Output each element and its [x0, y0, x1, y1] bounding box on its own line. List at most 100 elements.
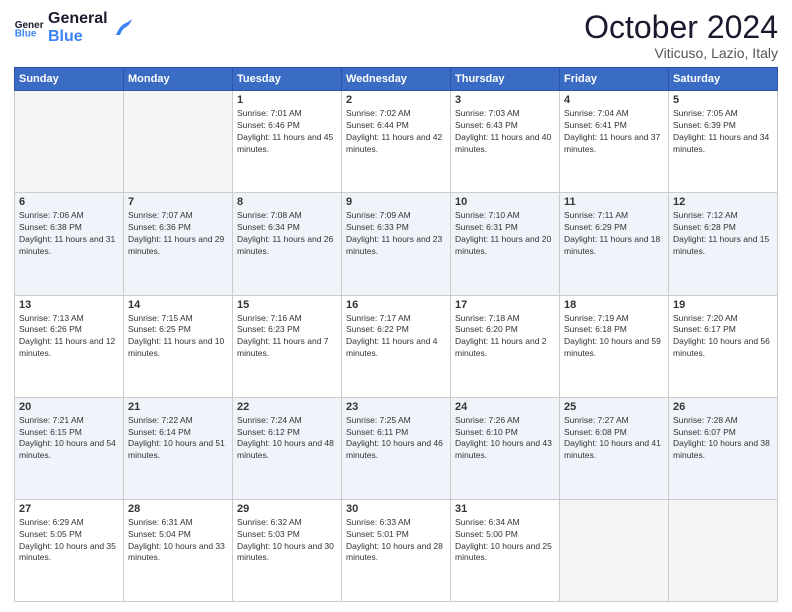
- day-number: 8: [237, 196, 337, 208]
- day-number: 15: [237, 299, 337, 311]
- calendar-day-cell: 17 Sunrise: 7:18 AMSunset: 6:20 PMDayligh…: [451, 295, 560, 397]
- day-number: 9: [346, 196, 446, 208]
- calendar-day-cell: 21Sunrise: 7:22 AMSunset: 6:14 PMDayligh…: [124, 397, 233, 499]
- day-header-monday: Monday: [124, 68, 233, 91]
- calendar-day-cell: 18 Sunrise: 7:19 AMSunset: 6:18 PMDayligh…: [560, 295, 669, 397]
- day-number: 5: [673, 94, 773, 106]
- logo-icon: General Blue: [14, 18, 44, 38]
- calendar-day-cell: 5Sunrise: 7:05 AMSunset: 6:39 PMDaylight…: [669, 91, 778, 193]
- header: General Blue General Blue October 2024 V…: [14, 10, 778, 61]
- calendar-day-cell: 4 Sunrise: 7:04 AMSunset: 6:41 PMDaylight…: [560, 91, 669, 193]
- day-info: Sunrise: 7:17 AMSunset: 6:22 PMDaylight:…: [346, 313, 446, 361]
- day-number: 20: [19, 401, 119, 413]
- day-info: Sunrise: 7:24 AMSunset: 6:12 PMDaylight:…: [237, 415, 337, 463]
- calendar-day-cell: 20 Sunrise: 7:21 AMSunset: 6:15 PMDayligh…: [15, 397, 124, 499]
- day-info: Sunrise: 7:20 AMSunset: 6:17 PMDaylight:…: [673, 313, 773, 361]
- day-number: 22: [237, 401, 337, 413]
- calendar-day-cell: 15 Sunrise: 7:16 AMSunset: 6:23 PMDayligh…: [233, 295, 342, 397]
- day-number: 19: [673, 299, 773, 311]
- calendar-week-row: 20 Sunrise: 7:21 AMSunset: 6:15 PMDayligh…: [15, 397, 778, 499]
- day-info: Sunrise: 7:07 AMSunset: 6:36 PMDaylight:…: [128, 210, 228, 258]
- day-number: 27: [19, 503, 119, 515]
- day-info: Sunrise: 6:32 AMSunset: 5:03 PMDaylight:…: [237, 517, 337, 565]
- day-number: 17: [455, 299, 555, 311]
- day-number: 12: [673, 196, 773, 208]
- day-info: Sunrise: 7:01 AMSunset: 6:46 PMDaylight:…: [237, 108, 337, 156]
- calendar-week-row: 13Sunrise: 7:13 AMSunset: 6:26 PMDayligh…: [15, 295, 778, 397]
- calendar-day-cell: 23 Sunrise: 7:25 AMSunset: 6:11 PMDayligh…: [342, 397, 451, 499]
- day-info: Sunrise: 7:12 AMSunset: 6:28 PMDaylight:…: [673, 210, 773, 258]
- day-number: 29: [237, 503, 337, 515]
- month-title: October 2024: [584, 10, 778, 45]
- day-info: Sunrise: 7:25 AMSunset: 6:11 PMDaylight:…: [346, 415, 446, 463]
- calendar-day-cell: 25Sunrise: 7:27 AMSunset: 6:08 PMDayligh…: [560, 397, 669, 499]
- day-info: Sunrise: 6:31 AMSunset: 5:04 PMDaylight:…: [128, 517, 228, 565]
- day-info: Sunrise: 7:08 AMSunset: 6:34 PMDaylight:…: [237, 210, 337, 258]
- logo-general: General: [48, 10, 108, 28]
- day-header-tuesday: Tuesday: [233, 68, 342, 91]
- calendar-day-cell: 11 Sunrise: 7:11 AMSunset: 6:29 PMDayligh…: [560, 193, 669, 295]
- day-info: Sunrise: 7:15 AMSunset: 6:25 PMDaylight:…: [128, 313, 228, 361]
- calendar-day-cell: 16 Sunrise: 7:17 AMSunset: 6:22 PMDayligh…: [342, 295, 451, 397]
- location: Viticuso, Lazio, Italy: [584, 45, 778, 61]
- logo: General Blue General Blue: [14, 10, 134, 45]
- day-number: 30: [346, 503, 446, 515]
- day-number: 1: [237, 94, 337, 106]
- calendar-day-cell: 24 Sunrise: 7:26 AMSunset: 6:10 PMDayligh…: [451, 397, 560, 499]
- day-number: 2: [346, 94, 446, 106]
- day-number: 4: [564, 94, 664, 106]
- day-header-wednesday: Wednesday: [342, 68, 451, 91]
- day-number: 11: [564, 196, 664, 208]
- calendar-day-cell: 12 Sunrise: 7:12 AMSunset: 6:28 PMDayligh…: [669, 193, 778, 295]
- calendar-day-cell: [669, 499, 778, 601]
- day-info: Sunrise: 7:04 AMSunset: 6:41 PMDaylight:…: [564, 108, 664, 156]
- day-number: 18: [564, 299, 664, 311]
- calendar-day-cell: 14 Sunrise: 7:15 AMSunset: 6:25 PMDayligh…: [124, 295, 233, 397]
- calendar-day-cell: 13Sunrise: 7:13 AMSunset: 6:26 PMDayligh…: [15, 295, 124, 397]
- day-info: Sunrise: 7:06 AMSunset: 6:38 PMDaylight:…: [19, 210, 119, 258]
- day-number: 23: [346, 401, 446, 413]
- title-block: October 2024 Viticuso, Lazio, Italy: [584, 10, 778, 61]
- day-info: Sunrise: 7:19 AMSunset: 6:18 PMDaylight:…: [564, 313, 664, 361]
- calendar-day-cell: 3 Sunrise: 7:03 AMSunset: 6:43 PMDaylight…: [451, 91, 560, 193]
- day-info: Sunrise: 6:29 AMSunset: 5:05 PMDaylight:…: [19, 517, 119, 565]
- day-info: Sunrise: 7:21 AMSunset: 6:15 PMDaylight:…: [19, 415, 119, 463]
- day-number: 16: [346, 299, 446, 311]
- day-number: 3: [455, 94, 555, 106]
- calendar-week-row: 27 Sunrise: 6:29 AMSunset: 5:05 PMDayligh…: [15, 499, 778, 601]
- svg-text:Blue: Blue: [15, 28, 37, 37]
- day-number: 6: [19, 196, 119, 208]
- calendar-day-cell: 26Sunrise: 7:28 AMSunset: 6:07 PMDayligh…: [669, 397, 778, 499]
- day-info: Sunrise: 6:33 AMSunset: 5:01 PMDaylight:…: [346, 517, 446, 565]
- calendar-header-row: SundayMondayTuesdayWednesdayThursdayFrid…: [15, 68, 778, 91]
- calendar-day-cell: 2 Sunrise: 7:02 AMSunset: 6:44 PMDaylight…: [342, 91, 451, 193]
- logo-blue: Blue: [48, 28, 108, 46]
- calendar-day-cell: 8 Sunrise: 7:08 AMSunset: 6:34 PMDaylight…: [233, 193, 342, 295]
- calendar-day-cell: 31 Sunrise: 6:34 AMSunset: 5:00 PMDayligh…: [451, 499, 560, 601]
- day-info: Sunrise: 7:18 AMSunset: 6:20 PMDaylight:…: [455, 313, 555, 361]
- day-info: Sunrise: 7:03 AMSunset: 6:43 PMDaylight:…: [455, 108, 555, 156]
- day-number: 31: [455, 503, 555, 515]
- calendar-day-cell: 27 Sunrise: 6:29 AMSunset: 5:05 PMDayligh…: [15, 499, 124, 601]
- day-number: 25: [564, 401, 664, 413]
- calendar-day-cell: 29 Sunrise: 6:32 AMSunset: 5:03 PMDayligh…: [233, 499, 342, 601]
- day-header-saturday: Saturday: [669, 68, 778, 91]
- day-number: 24: [455, 401, 555, 413]
- day-header-friday: Friday: [560, 68, 669, 91]
- day-number: 14: [128, 299, 228, 311]
- calendar-day-cell: 22 Sunrise: 7:24 AMSunset: 6:12 PMDayligh…: [233, 397, 342, 499]
- calendar-day-cell: 1 Sunrise: 7:01 AMSunset: 6:46 PMDaylight…: [233, 91, 342, 193]
- calendar-day-cell: 9 Sunrise: 7:09 AMSunset: 6:33 PMDaylight…: [342, 193, 451, 295]
- day-info: Sunrise: 7:11 AMSunset: 6:29 PMDaylight:…: [564, 210, 664, 258]
- day-info: Sunrise: 7:02 AMSunset: 6:44 PMDaylight:…: [346, 108, 446, 156]
- day-info: Sunrise: 6:34 AMSunset: 5:00 PMDaylight:…: [455, 517, 555, 565]
- calendar-day-cell: 10Sunrise: 7:10 AMSunset: 6:31 PMDayligh…: [451, 193, 560, 295]
- day-info: Sunrise: 7:26 AMSunset: 6:10 PMDaylight:…: [455, 415, 555, 463]
- calendar-week-row: 6 Sunrise: 7:06 AMSunset: 6:38 PMDaylight…: [15, 193, 778, 295]
- day-info: Sunrise: 7:16 AMSunset: 6:23 PMDaylight:…: [237, 313, 337, 361]
- day-info: Sunrise: 7:09 AMSunset: 6:33 PMDaylight:…: [346, 210, 446, 258]
- calendar-day-cell: 28Sunrise: 6:31 AMSunset: 5:04 PMDayligh…: [124, 499, 233, 601]
- calendar-day-cell: 30 Sunrise: 6:33 AMSunset: 5:01 PMDayligh…: [342, 499, 451, 601]
- day-info: Sunrise: 7:22 AMSunset: 6:14 PMDaylight:…: [128, 415, 228, 463]
- day-info: Sunrise: 7:28 AMSunset: 6:07 PMDaylight:…: [673, 415, 773, 463]
